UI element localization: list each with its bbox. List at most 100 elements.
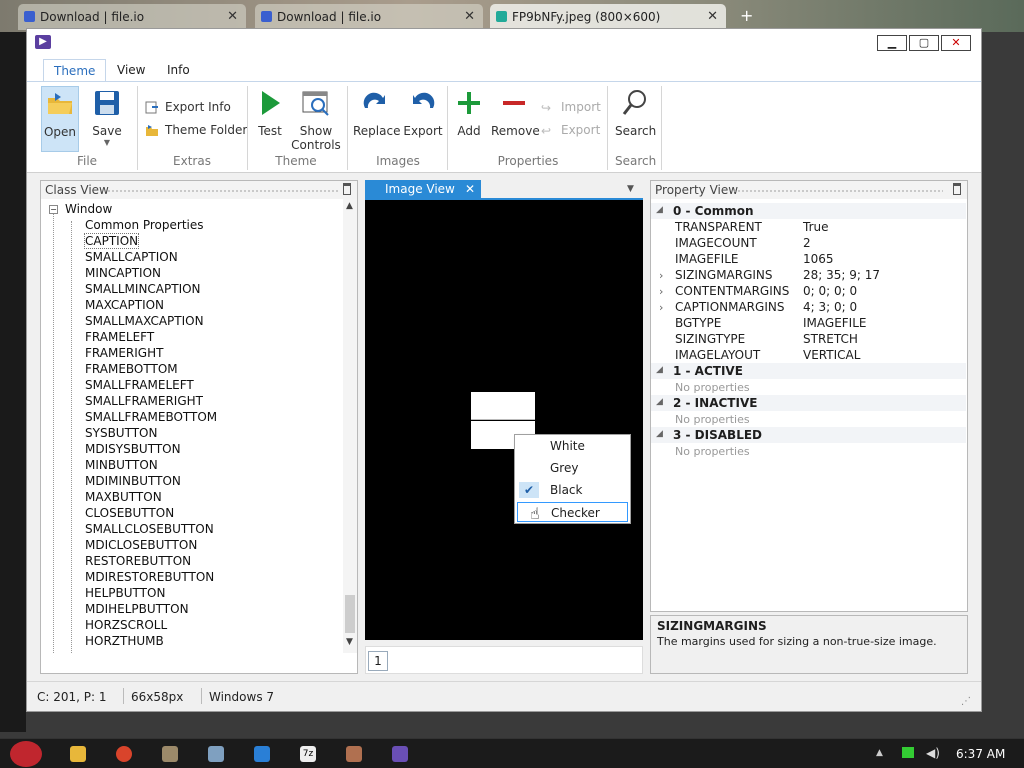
pin-icon[interactable] — [953, 183, 961, 195]
close-tab-icon[interactable]: ✕ — [707, 9, 718, 24]
test-button[interactable]: Test — [255, 86, 285, 138]
tree-item[interactable]: SMALLCAPTION — [85, 250, 178, 264]
tree-item[interactable]: SMALLCLOSEBUTTON — [85, 522, 214, 536]
chrome-icon[interactable] — [116, 746, 132, 762]
tree-item[interactable]: FRAMERIGHT — [85, 346, 163, 360]
add-property-button[interactable]: Add — [453, 86, 485, 138]
tree-item[interactable]: HELPBUTTON — [85, 586, 165, 600]
close-tab-icon[interactable]: ✕ — [464, 9, 475, 24]
pin-icon[interactable] — [343, 183, 351, 195]
maximize-button[interactable]: ▢ — [909, 35, 939, 51]
tree-item[interactable]: MINCAPTION — [85, 266, 161, 280]
collapse-icon[interactable]: − — [49, 205, 58, 214]
property-name[interactable]: BGTYPE — [675, 316, 721, 330]
browser-tab-active[interactable]: FP9bNFy.jpeg (800×600) ✕ — [490, 4, 726, 30]
theme-editor-icon[interactable] — [392, 746, 408, 762]
tree-item[interactable]: CLOSEBUTTON — [85, 506, 174, 520]
scroll-thumb[interactable] — [345, 595, 355, 633]
property-value[interactable]: VERTICAL — [803, 348, 860, 362]
browser-tab[interactable]: Download | file.io ✕ — [255, 4, 483, 30]
volume-icon[interactable]: ◀) — [926, 746, 940, 760]
category-inactive[interactable]: 2 - INACTIVE — [673, 396, 757, 410]
tree-item[interactable]: Common Properties — [85, 218, 204, 232]
close-button[interactable]: ✕ — [941, 35, 971, 51]
tree-item[interactable]: FRAMEBOTTOM — [85, 362, 178, 376]
property-name[interactable]: CONTENTMARGINS — [675, 284, 789, 298]
property-value[interactable]: 4; 3; 0; 0 — [803, 300, 857, 314]
collapse-arrow-icon[interactable]: ◢ — [656, 205, 663, 215]
expand-arrow-icon[interactable]: › — [659, 269, 663, 282]
show-controls-button[interactable]: Show Controls — [291, 86, 341, 152]
browser-tab[interactable]: Download | file.io ✕ — [18, 4, 246, 30]
notepad-icon[interactable] — [208, 746, 224, 762]
game-icon[interactable] — [346, 746, 362, 762]
tree-item-window[interactable]: Window — [65, 202, 112, 216]
remove-property-button[interactable]: Remove — [491, 86, 540, 138]
property-name[interactable]: SIZINGMARGINS — [675, 268, 773, 282]
tree-item[interactable]: SMALLMINCAPTION — [85, 282, 201, 296]
tree-item[interactable]: RESTOREBUTTON — [85, 554, 191, 568]
property-name[interactable]: IMAGELAYOUT — [675, 348, 760, 362]
property-value[interactable]: True — [803, 220, 829, 234]
tree-item[interactable]: SYSBUTTON — [85, 426, 157, 440]
collapse-arrow-icon[interactable]: ◢ — [656, 397, 663, 407]
open-button[interactable]: Open — [41, 86, 79, 152]
tree-item[interactable]: MINBUTTON — [85, 458, 158, 472]
tree-item[interactable]: SMALLMAXCAPTION — [85, 314, 204, 328]
replace-button[interactable]: Replace — [353, 86, 400, 138]
property-name[interactable]: IMAGEFILE — [675, 252, 738, 266]
property-value[interactable]: IMAGEFILE — [803, 316, 866, 330]
tree-item[interactable]: CAPTION — [83, 233, 140, 249]
tree-item[interactable]: SMALLFRAMEBOTTOM — [85, 410, 217, 424]
category-disabled[interactable]: 3 - DISABLED — [673, 428, 762, 442]
paint-icon[interactable] — [162, 746, 178, 762]
search-button[interactable]: Search — [615, 86, 656, 138]
image-index[interactable]: 1 — [368, 651, 388, 671]
property-value[interactable]: 28; 35; 9; 17 — [803, 268, 880, 282]
menu-item-grey[interactable]: Grey — [517, 458, 628, 478]
tree-item[interactable]: FRAMELEFT — [85, 330, 154, 344]
scroll-up-icon[interactable]: ▲ — [346, 201, 353, 211]
property-value[interactable]: STRETCH — [803, 332, 858, 346]
property-name[interactable]: TRANSPARENT — [675, 220, 762, 234]
drag-grip[interactable] — [733, 189, 943, 193]
image-canvas[interactable] — [365, 198, 643, 640]
app-icon[interactable] — [254, 746, 270, 762]
scroll-down-icon[interactable]: ▼ — [346, 637, 353, 647]
tree-item[interactable]: HORZSCROLL — [85, 618, 167, 632]
collapse-arrow-icon[interactable]: ◢ — [656, 429, 663, 439]
export-property-button[interactable]: ↩ Export — [541, 123, 600, 138]
tree-item[interactable]: SMALLFRAMERIGHT — [85, 394, 203, 408]
tree-item[interactable]: HORZTHUMB — [85, 634, 164, 648]
property-value[interactable]: 1065 — [803, 252, 834, 266]
tray-arrow-icon[interactable]: ▲ — [876, 748, 883, 758]
tree-item[interactable]: MAXCAPTION — [85, 298, 164, 312]
tab-list-dropdown-icon[interactable]: ▼ — [627, 184, 634, 194]
property-name[interactable]: CAPTIONMARGINS — [675, 300, 784, 314]
menu-item-white[interactable]: White — [517, 436, 628, 456]
property-name[interactable]: IMAGECOUNT — [675, 236, 757, 250]
tab-view[interactable]: View — [107, 59, 155, 81]
start-button-icon[interactable] — [10, 741, 42, 767]
tree-item[interactable]: MDICLOSEBUTTON — [85, 538, 197, 552]
category-active[interactable]: 1 - ACTIVE — [673, 364, 743, 378]
menu-item-black[interactable]: ✔ Black — [517, 480, 628, 500]
vertical-scrollbar[interactable]: ▲ ▼ — [343, 199, 357, 653]
tree-item[interactable]: MDISYSBUTTON — [85, 442, 181, 456]
minimize-button[interactable]: ▁ — [877, 35, 907, 51]
export-image-button[interactable]: Export — [403, 86, 443, 138]
resize-grip-icon[interactable]: ⋰ — [961, 696, 971, 707]
tree-item[interactable]: MAXBUTTON — [85, 490, 162, 504]
property-name[interactable]: SIZINGTYPE — [675, 332, 745, 346]
theme-folder-button[interactable]: Theme Folder — [145, 123, 247, 137]
tab-image-view[interactable]: Image View ✕ — [365, 180, 481, 198]
tree-item[interactable]: SMALLFRAMELEFT — [85, 378, 194, 392]
import-button[interactable]: ↪ Import — [541, 100, 601, 115]
expand-arrow-icon[interactable]: › — [659, 285, 663, 298]
expand-arrow-icon[interactable]: › — [659, 301, 663, 314]
property-value[interactable]: 0; 0; 0; 0 — [803, 284, 857, 298]
battery-icon[interactable] — [902, 747, 914, 758]
tab-info[interactable]: Info — [157, 59, 200, 81]
close-tab-icon[interactable]: ✕ — [465, 182, 475, 196]
property-value[interactable]: 2 — [803, 236, 811, 250]
